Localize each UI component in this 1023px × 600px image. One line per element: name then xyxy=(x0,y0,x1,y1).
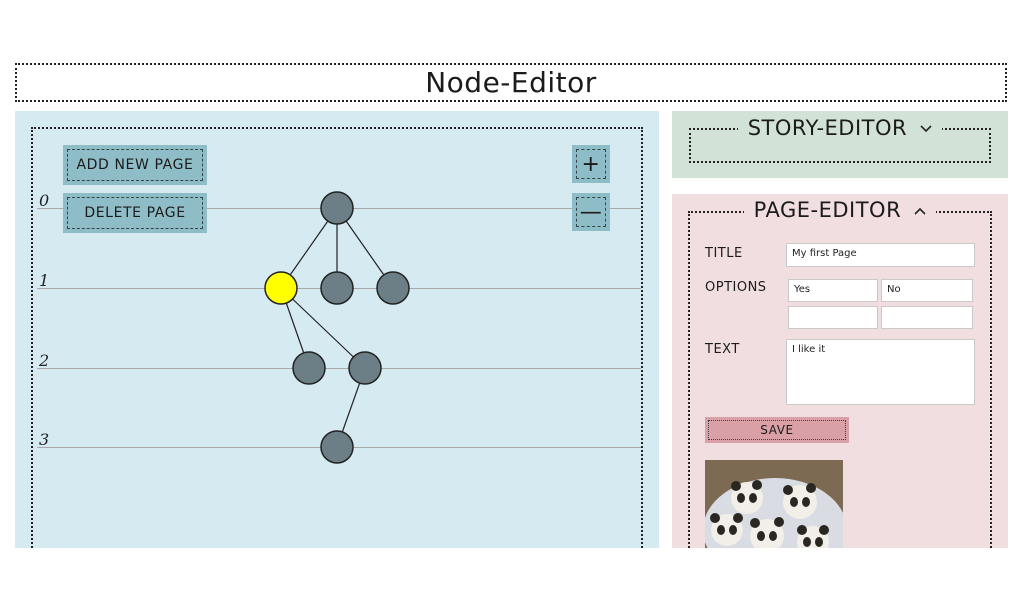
option-input-1[interactable]: Yes xyxy=(788,279,878,302)
options-label: OPTIONS xyxy=(705,280,767,295)
text-textarea[interactable]: I like it xyxy=(786,339,975,405)
edge xyxy=(280,287,366,369)
app-title: Node-Editor xyxy=(425,66,597,99)
zoom-in-button[interactable]: + xyxy=(572,145,610,183)
option-input-2[interactable]: No xyxy=(881,279,973,302)
option-input-4[interactable] xyxy=(881,306,973,329)
story-editor-panel: STORY-EDITOR xyxy=(672,111,1008,178)
title-input[interactable]: My first Page xyxy=(786,243,975,267)
save-button-label: SAVE xyxy=(708,420,846,440)
panda-cookies-photo xyxy=(705,460,843,548)
plus-icon: + xyxy=(576,149,606,179)
title-label: TITLE xyxy=(705,246,743,261)
page-editor-heading[interactable]: PAGE-EDITOR xyxy=(672,198,1008,222)
page-node-selected[interactable] xyxy=(264,271,298,305)
save-button[interactable]: SAVE xyxy=(705,417,849,443)
page-node[interactable] xyxy=(376,271,410,305)
page-editor-title: PAGE-EDITOR xyxy=(753,198,902,222)
chevron-up-icon[interactable] xyxy=(914,207,926,215)
story-editor-frame: STORY-EDITOR xyxy=(689,116,991,163)
delete-page-button[interactable]: Delete page xyxy=(63,193,207,233)
add-page-button[interactable]: Add new page xyxy=(63,145,207,185)
zoom-out-button[interactable]: — xyxy=(572,193,610,231)
minus-icon: — xyxy=(576,197,606,227)
text-label: TEXT xyxy=(705,342,740,357)
page-node[interactable] xyxy=(292,351,326,385)
page-node[interactable] xyxy=(320,430,354,464)
story-editor-title: STORY-EDITOR xyxy=(747,116,908,140)
page-node[interactable] xyxy=(348,351,382,385)
page-editor-panel: PAGE-EDITOR TITLE My first Page OPTIONS … xyxy=(672,194,1008,548)
page-node[interactable] xyxy=(320,271,354,305)
node-editor-panel: 0 1 2 3 Add new page Delete page + — xyxy=(15,111,659,548)
delete-page-label: Delete page xyxy=(67,197,203,229)
option-input-3[interactable] xyxy=(788,306,878,329)
app-title-bar: Node-Editor xyxy=(15,63,1007,102)
story-editor-heading[interactable]: STORY-EDITOR xyxy=(691,116,989,140)
page-node[interactable] xyxy=(320,191,354,225)
chevron-down-icon[interactable] xyxy=(920,125,932,133)
add-page-label: Add new page xyxy=(67,149,203,181)
